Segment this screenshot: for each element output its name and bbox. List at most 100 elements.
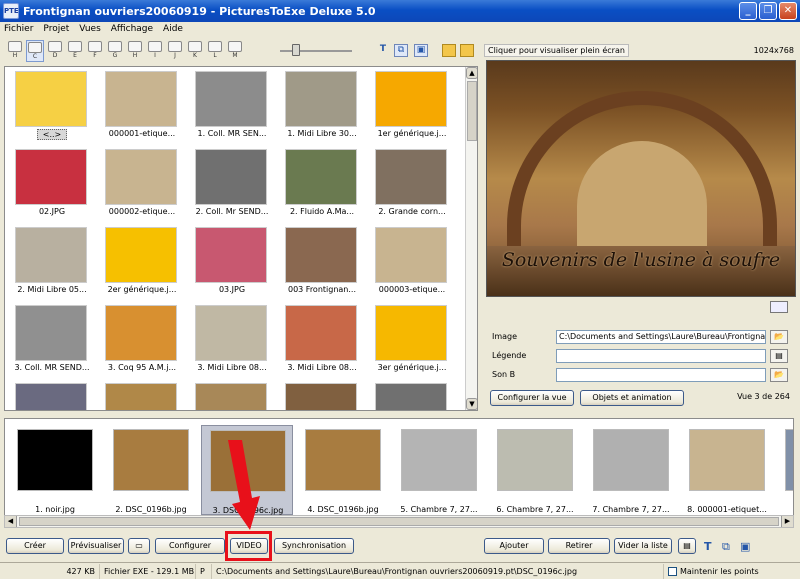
text-icon[interactable]: T	[376, 44, 390, 57]
file-thumbnail[interactable]	[369, 381, 455, 410]
slide-item[interactable]: 9. ...	[777, 425, 793, 515]
menu-fichier[interactable]: Fichier	[4, 24, 33, 34]
close-button[interactable]: ✕	[779, 2, 797, 20]
empty-list-button[interactable]: Vider la liste	[614, 538, 672, 554]
file-thumbnail[interactable]	[99, 381, 185, 410]
file-thumbnail[interactable]	[189, 381, 275, 410]
file-thumbnail[interactable]: 000003-etique...	[369, 225, 455, 301]
image-path-field[interactable]: C:\Documents and Settings\Laure\Bureau\F…	[556, 330, 766, 344]
file-thumbnail[interactable]: 2er générique.j...	[99, 225, 185, 301]
browse-sound-icon[interactable]: 📂	[770, 368, 788, 382]
drive-k-button[interactable]: K	[186, 40, 204, 62]
menu-affichage[interactable]: Affichage	[111, 24, 153, 34]
drive-icon	[168, 41, 182, 52]
thumbnail-size-slider[interactable]	[280, 50, 352, 52]
file-thumbnail[interactable]: 2. Fluido A.Ma...	[279, 147, 365, 223]
slide-preview[interactable]: Souvenirs de l'usine à soufre	[486, 60, 796, 297]
file-thumbnail[interactable]: 02.JPG	[9, 147, 95, 223]
drive-h2-button[interactable]: H	[126, 40, 144, 62]
configure-view-button[interactable]: Configurer la vue	[490, 390, 574, 406]
file-thumbnail[interactable]: 003 Frontignan...	[279, 225, 365, 301]
slide-item[interactable]: 5. Chambre 7, 27...	[393, 425, 485, 515]
copy-tool-icon[interactable]: ⧉	[722, 540, 730, 554]
file-thumbnail[interactable]: 3er générique.j...	[369, 303, 455, 379]
slide-item[interactable]: 8. 000001-etiquet...	[681, 425, 773, 515]
file-thumbnail[interactable]: <..>	[9, 69, 95, 145]
scroll-thumb[interactable]	[467, 81, 477, 141]
screen-icon[interactable]: ▭	[128, 538, 150, 554]
create-button[interactable]: Créer	[6, 538, 64, 554]
file-thumbnail[interactable]: 1. Coll. MR SEN...	[189, 69, 275, 145]
browser-scrollbar[interactable]: ▲ ▼	[465, 67, 477, 410]
sound-field[interactable]	[556, 368, 766, 382]
objects-animation-button[interactable]: Objets et animation	[580, 390, 684, 406]
file-thumbnail[interactable]: 3. Midi Libre 08...	[279, 303, 365, 379]
scroll-down-button[interactable]: ▼	[466, 398, 477, 410]
scroll-left-button[interactable]: ◀	[5, 516, 17, 527]
drive-f-button[interactable]: F	[86, 40, 104, 62]
drive-m-button[interactable]: M	[226, 40, 244, 62]
file-thumbnail[interactable]: 3. Coll. MR SEND...	[9, 303, 95, 379]
menu-vues[interactable]: Vues	[79, 24, 100, 34]
picture-icon[interactable]: ▣	[414, 44, 428, 57]
synchronization-button[interactable]: Synchronisation	[274, 538, 354, 554]
file-thumbnail[interactable]: 1. Midi Libre 30...	[279, 69, 365, 145]
strip-scrollbar[interactable]: ◀ ▶	[4, 515, 794, 528]
legend-field[interactable]	[556, 349, 766, 363]
file-browser[interactable]: <..> 000001-etique... 1. Coll. MR SEN... 1.…	[4, 66, 478, 411]
slide-item[interactable]: 2. DSC_0196b.jpg	[105, 425, 197, 515]
menu-projet[interactable]: Projet	[43, 24, 69, 34]
thumbnail-image	[15, 71, 87, 127]
add-button[interactable]: Ajouter	[484, 538, 544, 554]
maximize-button[interactable]: ❐	[759, 2, 777, 20]
remove-button[interactable]: Retirer	[548, 538, 610, 554]
slide-item[interactable]: 6. Chambre 7, 27...	[489, 425, 581, 515]
file-thumbnail[interactable]	[279, 381, 365, 410]
file-thumbnail[interactable]: 3. Midi Libre 08...	[189, 303, 275, 379]
strip-scroll-thumb[interactable]	[19, 517, 779, 526]
text-tool-icon[interactable]: T	[704, 540, 712, 553]
drive-icon	[28, 42, 42, 53]
drive-i-button[interactable]: I	[146, 40, 164, 62]
browse-image-icon[interactable]: 📂	[770, 330, 788, 344]
slider-knob[interactable]	[292, 44, 300, 56]
file-thumbnail[interactable]: 000001-etique...	[99, 69, 185, 145]
slide-item[interactable]: 7. Chambre 7, 27...	[585, 425, 677, 515]
preview-screen-icon[interactable]	[770, 301, 788, 313]
file-thumbnail[interactable]: 03.JPG	[189, 225, 275, 301]
thumbnail-image	[15, 149, 87, 205]
file-thumbnail[interactable]: 1er générique.j...	[369, 69, 455, 145]
preview-button[interactable]: Prévisualiser	[68, 538, 124, 554]
file-thumbnail[interactable]: 2. Coll. Mr SEND...	[189, 147, 275, 223]
file-thumbnail[interactable]: 2. Midi Libre 05...	[9, 225, 95, 301]
slide-strip[interactable]: 1. noir.jpg2. DSC_0196b.jpg3. DSC_0196c.…	[4, 418, 794, 528]
fullscreen-hint[interactable]: Cliquer pour visualiser plein écran	[484, 44, 629, 57]
file-thumbnail[interactable]: 000002-etique...	[99, 147, 185, 223]
drive-e-button[interactable]: E	[66, 40, 84, 62]
drive-c-button[interactable]: C	[26, 40, 44, 62]
slide-item[interactable]: 1. noir.jpg	[9, 425, 101, 515]
scroll-up-button[interactable]: ▲	[466, 67, 477, 79]
file-thumbnail[interactable]: 3. Coq 95 A.M.j...	[99, 303, 185, 379]
drive-l-button[interactable]: L	[206, 40, 224, 62]
file-thumbnail[interactable]	[9, 381, 95, 410]
configure-button[interactable]: Configurer	[155, 538, 225, 554]
folder-up-icon[interactable]	[460, 44, 474, 57]
open-folder-icon[interactable]	[442, 44, 456, 57]
slide-item[interactable]: 4. DSC_0196b.jpg	[297, 425, 389, 515]
minimize-button[interactable]: _	[739, 2, 757, 20]
menu-aide[interactable]: Aide	[163, 24, 183, 34]
edit-legend-icon[interactable]: ▤	[770, 349, 788, 363]
checkbox-icon[interactable]	[668, 566, 677, 576]
keep-points-checkbox[interactable]: Maintenir les points	[664, 564, 763, 579]
picture-tool-icon[interactable]: ▣	[740, 540, 750, 553]
drive-j-button[interactable]: J	[166, 40, 184, 62]
copy-icon[interactable]: ⧉	[394, 44, 408, 57]
video-icon[interactable]: ▤	[678, 538, 696, 554]
drive-d-button[interactable]: D	[46, 40, 64, 62]
drive-g-button[interactable]: G	[106, 40, 124, 62]
file-thumbnail[interactable]: 2. Grande corn...	[369, 147, 455, 223]
scroll-right-button[interactable]: ▶	[781, 516, 793, 527]
thumbnail-image	[195, 149, 267, 205]
drive-h-button[interactable]: H	[6, 40, 24, 62]
